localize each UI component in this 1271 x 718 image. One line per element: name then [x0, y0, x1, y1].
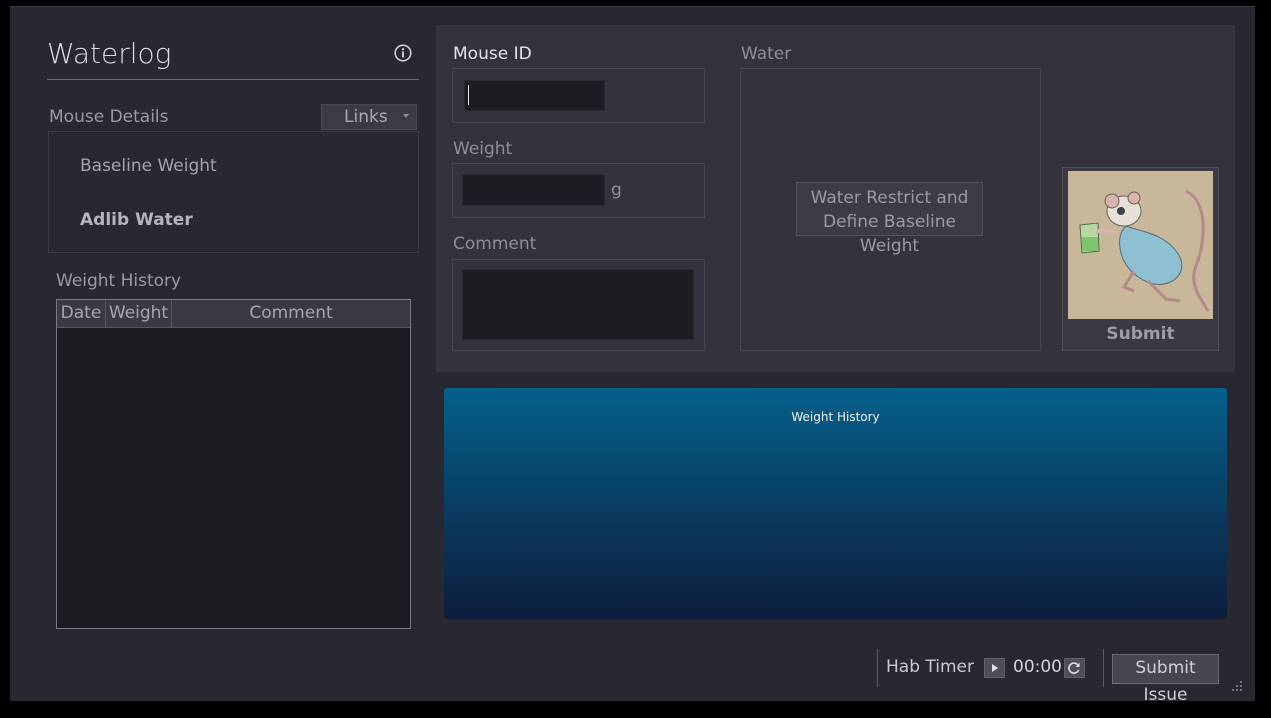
water-label: Water [741, 44, 792, 64]
weight-unit: g [611, 180, 622, 200]
comment-input[interactable] [462, 269, 694, 340]
chevron-down-icon [403, 114, 409, 118]
links-dropdown-button[interactable]: Links [321, 104, 417, 130]
footer-divider-right [1103, 649, 1104, 687]
resize-grip-icon[interactable] [1232, 681, 1244, 693]
column-header-date[interactable]: Date [57, 300, 106, 327]
submit-label: Submit [1106, 324, 1175, 344]
text-cursor [468, 85, 469, 105]
timer-reset-button[interactable] [1064, 658, 1085, 678]
submit-issue-button[interactable]: Submit Issue [1112, 654, 1219, 705]
info-icon[interactable] [394, 44, 412, 62]
mouse-id-group [452, 68, 705, 123]
weight-input[interactable] [462, 174, 605, 206]
play-icon [992, 664, 998, 672]
timer-play-button[interactable] [984, 658, 1005, 678]
column-header-comment[interactable]: Comment [172, 300, 410, 327]
mouse-details-panel: Baseline Weight Adlib Water [48, 131, 419, 253]
column-header-weight[interactable]: Weight [106, 300, 172, 327]
water-restrict-button-line2: Define Baseline Weight [823, 212, 956, 256]
hab-timer-label: Hab Timer [886, 657, 974, 677]
links-button-label: Links [344, 107, 388, 127]
app-window: Waterlog Mouse Details Links Baseline We… [10, 6, 1255, 705]
chart-title: Weight History [791, 410, 880, 424]
comment-group [452, 259, 705, 351]
comment-label: Comment [453, 234, 537, 254]
submit-button[interactable]: Submit [1062, 167, 1219, 351]
mouse-id-input[interactable] [464, 80, 605, 111]
mouse-details-label: Mouse Details [49, 107, 169, 127]
mouse-id-label: Mouse ID [453, 44, 532, 64]
weight-history-chart[interactable]: Weight History [444, 388, 1227, 619]
app-title: Waterlog [47, 37, 172, 70]
weight-label: Weight [453, 139, 513, 159]
table-header: Date Weight Comment [57, 300, 410, 328]
adlib-water-item: Adlib Water [80, 210, 193, 230]
baseline-weight-item: Baseline Weight [80, 156, 217, 176]
title-divider [47, 79, 419, 80]
weight-history-label: Weight History [56, 271, 182, 291]
weight-group: g [452, 163, 705, 218]
timer-display: 00:00 [1013, 657, 1062, 677]
water-restrict-button[interactable]: Water Restrict and Define Baseline Weigh… [796, 182, 983, 256]
refresh-icon [1068, 662, 1080, 674]
mouse-drinking-illustration [1068, 171, 1213, 319]
weight-history-table[interactable]: Date Weight Comment [56, 299, 411, 629]
water-restrict-button-line1: Water Restrict and [810, 188, 969, 208]
footer-divider-left [877, 649, 878, 687]
